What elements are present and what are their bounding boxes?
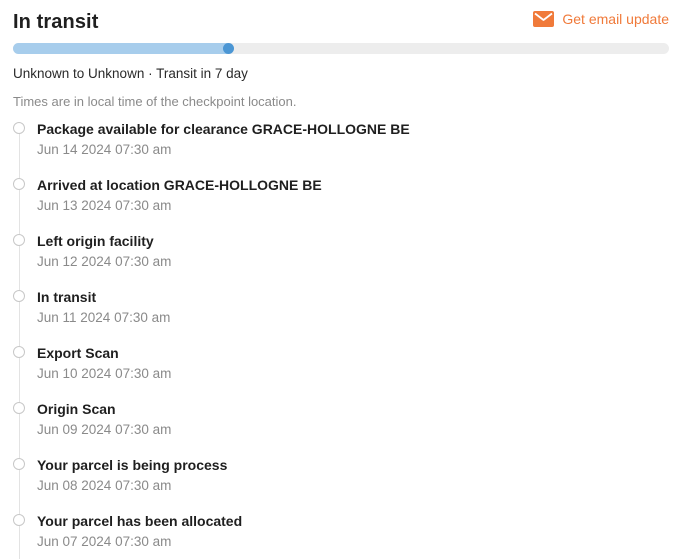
progress-marker bbox=[223, 43, 234, 54]
checkpoint-title: Origin Scan bbox=[37, 401, 116, 417]
checkpoint-title: In transit bbox=[37, 289, 97, 305]
checkpoint-event: Left origin facility Jun 12 2024 07:30 am bbox=[13, 233, 653, 283]
get-email-update-label: Get email update bbox=[562, 11, 669, 27]
mail-icon bbox=[533, 11, 555, 27]
checkpoint-time: Jun 07 2024 07:30 am bbox=[37, 534, 172, 549]
checkpoint-dot-icon bbox=[13, 290, 25, 302]
route-summary: Unknown to Unknown · Transit in 7 day bbox=[13, 66, 248, 81]
checkpoint-time: Jun 09 2024 07:30 am bbox=[37, 422, 172, 437]
checkpoint-title: Left origin facility bbox=[37, 233, 154, 249]
checkpoint-title: Package available for clearance GRACE-HO… bbox=[37, 121, 410, 137]
checkpoint-time: Jun 14 2024 07:30 am bbox=[37, 142, 172, 157]
status-title: In transit bbox=[13, 11, 99, 33]
checkpoint-event: Origin Scan Jun 09 2024 07:30 am bbox=[13, 401, 653, 451]
checkpoint-time: Jun 11 2024 07:30 am bbox=[37, 310, 171, 325]
checkpoint-dot-icon bbox=[13, 178, 25, 190]
checkpoint-time: Jun 12 2024 07:30 am bbox=[37, 254, 172, 269]
checkpoint-dot-icon bbox=[13, 346, 25, 358]
checkpoint-title: Your parcel is being process bbox=[37, 457, 228, 473]
checkpoint-dot-icon bbox=[13, 234, 25, 246]
checkpoint-event: Package available for clearance GRACE-HO… bbox=[13, 121, 653, 171]
checkpoint-dot-icon bbox=[13, 514, 25, 526]
checkpoint-event: Your parcel has been allocated Jun 07 202… bbox=[13, 513, 653, 559]
checkpoint-event: Arrived at location GRACE-HOLLOGNE BE Jun… bbox=[13, 177, 653, 227]
checkpoint-event: Your parcel is being process Jun 08 2024 … bbox=[13, 457, 653, 507]
checkpoint-time: Jun 08 2024 07:30 am bbox=[37, 478, 172, 493]
checkpoint-event: In transit Jun 11 2024 07:30 am bbox=[13, 289, 653, 339]
tracking-header: In transit Get email update bbox=[13, 11, 669, 37]
checkpoint-title: Your parcel has been allocated bbox=[37, 513, 243, 529]
get-email-update-link[interactable]: Get email update bbox=[533, 11, 669, 27]
timezone-note: Times are in local time of the checkpoin… bbox=[13, 94, 297, 109]
checkpoint-event: Export Scan Jun 10 2024 07:30 am bbox=[13, 345, 653, 395]
checkpoint-time: Jun 13 2024 07:30 am bbox=[37, 198, 172, 213]
transit-progress-bar bbox=[13, 43, 669, 54]
checkpoint-dot-icon bbox=[13, 122, 25, 134]
checkpoint-title: Arrived at location GRACE-HOLLOGNE BE bbox=[37, 177, 322, 193]
checkpoint-dot-icon bbox=[13, 402, 25, 414]
checkpoint-dot-icon bbox=[13, 458, 25, 470]
progress-fill bbox=[13, 43, 232, 54]
checkpoint-time: Jun 10 2024 07:30 am bbox=[37, 366, 172, 381]
checkpoint-title: Export Scan bbox=[37, 345, 119, 361]
